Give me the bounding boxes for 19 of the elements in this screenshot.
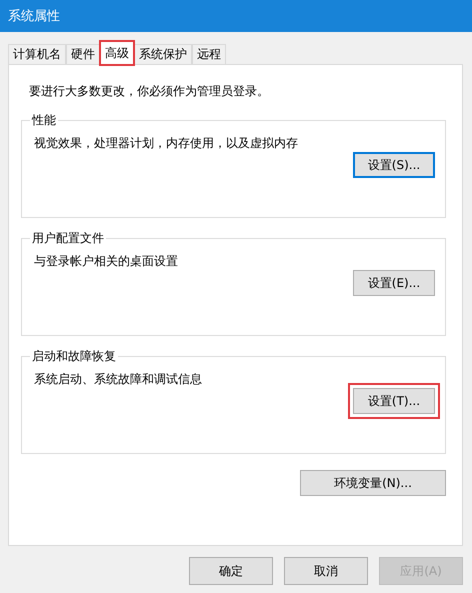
- environment-variables-button[interactable]: 环境变量(N)...: [300, 470, 446, 496]
- group-title: 性能: [30, 112, 57, 129]
- settings-button[interactable]: 设置(S)...: [353, 152, 435, 178]
- group-title: 用户配置文件: [31, 230, 105, 247]
- tab[interactable]: 系统保护: [134, 44, 192, 64]
- group-description: 与登录帐户相关的桌面设置: [34, 253, 179, 270]
- tab[interactable]: 硬件: [66, 44, 100, 64]
- group-description: 视觉效果，处理器计划，内存使用，以及虚拟内存: [34, 135, 299, 152]
- tab[interactable]: 高级: [100, 41, 134, 65]
- dialog-button[interactable]: 取消: [284, 557, 368, 585]
- admin-notice: 要进行大多数更改，你必须作为管理员登录。: [29, 83, 270, 100]
- dialog-button[interactable]: 确定: [189, 557, 273, 585]
- window-title: 系统属性: [8, 8, 60, 25]
- tab[interactable]: 计算机名: [8, 44, 66, 64]
- group-title: 启动和故障恢复: [31, 348, 117, 365]
- settings-button[interactable]: 设置(T)...: [353, 388, 435, 414]
- settings-button[interactable]: 设置(E)...: [353, 270, 435, 296]
- group-description: 系统启动、系统故障和调试信息: [34, 371, 203, 388]
- tab[interactable]: 远程: [192, 44, 226, 64]
